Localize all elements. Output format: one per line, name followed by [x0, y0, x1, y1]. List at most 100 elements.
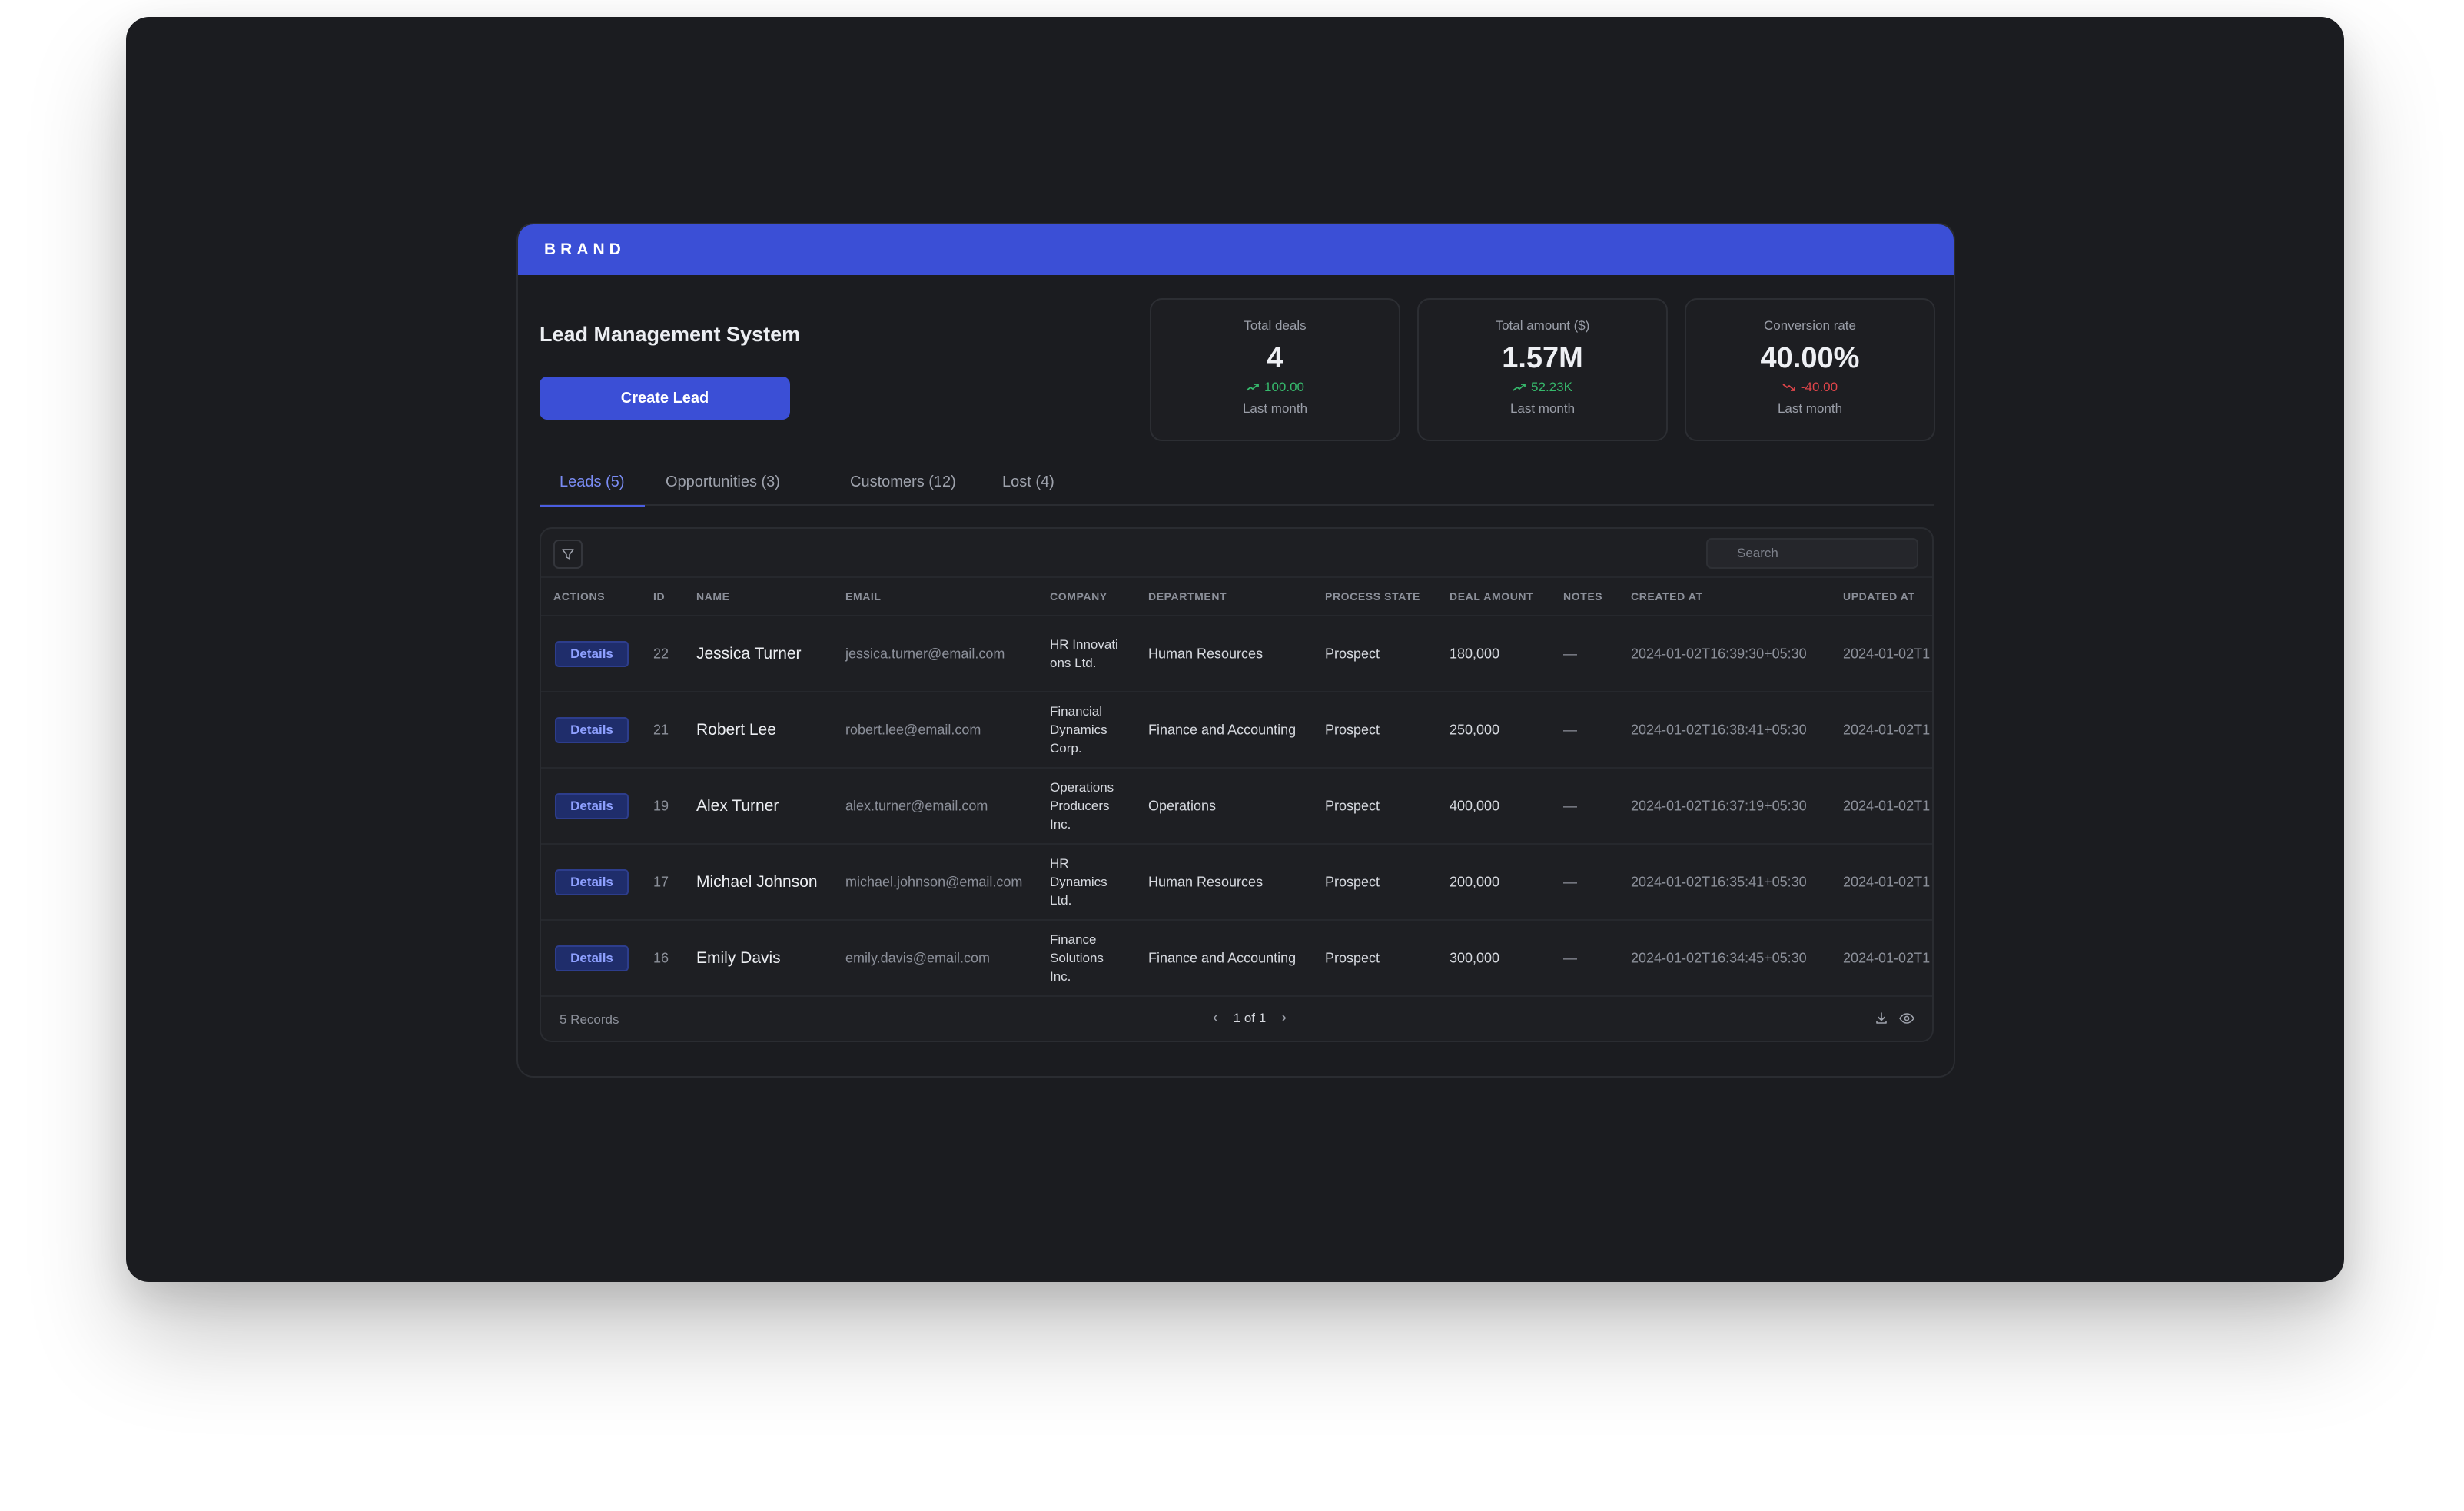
- footer-actions: [1874, 1011, 1915, 1026]
- stat-subtitle: Last month: [1509, 401, 1576, 416]
- cell-name: Michael Johnson: [696, 872, 818, 891]
- stat-subtitle: Last month: [1777, 401, 1843, 416]
- column-header-department[interactable]: DEPARTMENT: [1148, 590, 1227, 603]
- cell-deal-amount: 180,000: [1450, 646, 1500, 661]
- table-row: Details 22 Jessica Turner jessica.turner…: [541, 616, 1932, 692]
- cell-created-at: 2024-01-02T16:37:19+05:30: [1631, 798, 1807, 813]
- pagination: ‹ 1 of 1 ›: [1213, 1009, 1287, 1027]
- stat-card-conversion-rate: Conversion rate 40.00% -40.00 Last month: [1685, 298, 1935, 441]
- cell-created-at: 2024-01-02T16:34:45+05:30: [1631, 950, 1807, 965]
- stat-delta: -40.00: [1686, 380, 1934, 395]
- tab-customers[interactable]: Customers (12): [850, 464, 956, 506]
- trend-up-icon: [1513, 384, 1526, 391]
- cell-notes: —: [1563, 798, 1577, 813]
- cell-id: 22: [653, 646, 669, 661]
- column-header-deal-amount[interactable]: DEAL AMOUNT: [1450, 590, 1533, 603]
- cell-department: Human Resources: [1148, 646, 1264, 661]
- table-row: Details 16 Emily Davis emily.davis@email…: [541, 921, 1932, 997]
- cell-created-at: 2024-01-02T16:35:41+05:30: [1631, 874, 1807, 889]
- brand-bar: BRAND: [518, 224, 1954, 275]
- cell-email: robert.lee@email.com: [845, 722, 981, 737]
- cell-created-at: 2024-01-02T16:38:41+05:30: [1631, 722, 1807, 737]
- cell-company: Financial Dynamics Corp.: [1050, 703, 1107, 756]
- column-header-actions[interactable]: ACTIONS: [553, 590, 605, 603]
- column-header-created-at[interactable]: CREATED AT: [1631, 590, 1703, 603]
- chevron-right-icon[interactable]: ›: [1281, 1009, 1287, 1027]
- details-button[interactable]: Details: [555, 716, 629, 743]
- column-header-name[interactable]: NAME: [696, 590, 730, 603]
- cell-updated-at: 2024-01-02T1: [1843, 798, 1931, 813]
- column-header-process-state[interactable]: PROCESS STATE: [1325, 590, 1420, 603]
- cell-notes: —: [1563, 874, 1577, 889]
- column-header-id[interactable]: ID: [653, 590, 665, 603]
- cell-id: 16: [653, 950, 669, 965]
- stat-value: 4: [1267, 342, 1283, 374]
- stat-delta-value: 52.23K: [1531, 380, 1572, 394]
- tab-bar: Leads (5) Opportunities (3) Customers (1…: [540, 464, 1934, 507]
- cell-department: Operations: [1148, 798, 1217, 813]
- stat-subtitle: Last month: [1242, 401, 1308, 416]
- cell-created-at: 2024-01-02T16:39:30+05:30: [1631, 646, 1807, 661]
- stat-title: Conversion rate: [1763, 318, 1856, 333]
- cell-notes: —: [1563, 950, 1577, 965]
- column-header-company[interactable]: COMPANY: [1050, 590, 1107, 603]
- page-title: Lead Management System: [540, 323, 801, 346]
- stat-delta: 52.23K: [1419, 380, 1666, 395]
- cell-process-state: Prospect: [1325, 874, 1380, 889]
- stat-card-total-deals: Total deals 4 100.00 Last month: [1150, 298, 1400, 441]
- cell-email: jessica.turner@email.com: [845, 646, 1005, 661]
- trend-down-icon: [1782, 384, 1795, 391]
- cell-process-state: Prospect: [1325, 798, 1380, 813]
- cell-updated-at: 2024-01-02T1: [1843, 874, 1931, 889]
- cell-id: 17: [653, 874, 669, 889]
- cell-department: Human Resources: [1148, 874, 1264, 889]
- filter-button[interactable]: [553, 540, 583, 569]
- details-button[interactable]: Details: [555, 868, 629, 895]
- chevron-left-icon[interactable]: ‹: [1213, 1009, 1218, 1027]
- details-button[interactable]: Details: [555, 640, 629, 667]
- details-button[interactable]: Details: [555, 945, 629, 971]
- cell-company: HR Dynamics Ltd.: [1050, 855, 1107, 908]
- cell-updated-at: 2024-01-02T1: [1843, 646, 1931, 661]
- table-row: Details 21 Robert Lee robert.lee@email.c…: [541, 692, 1932, 769]
- cell-email: emily.davis@email.com: [845, 950, 990, 965]
- table-footer: 5 Records ‹ 1 of 1 ›: [541, 997, 1932, 1041]
- cell-department: Finance and Accounting: [1148, 950, 1297, 965]
- cell-email: alex.turner@email.com: [845, 798, 988, 813]
- cell-name: Alex Turner: [696, 796, 779, 815]
- cell-process-state: Prospect: [1325, 950, 1380, 965]
- column-header-updated-at[interactable]: UPDATED AT: [1843, 590, 1915, 603]
- cell-email: michael.johnson@email.com: [845, 874, 1023, 889]
- cell-deal-amount: 200,000: [1450, 874, 1500, 889]
- cell-id: 21: [653, 722, 669, 737]
- details-button[interactable]: Details: [555, 792, 629, 819]
- trend-up-icon: [1246, 384, 1259, 391]
- column-header-notes[interactable]: NOTES: [1563, 590, 1602, 603]
- cell-deal-amount: 250,000: [1450, 722, 1500, 737]
- cell-department: Finance and Accounting: [1148, 722, 1297, 737]
- search-input[interactable]: [1706, 538, 1918, 569]
- cell-id: 19: [653, 798, 669, 813]
- eye-icon[interactable]: [1898, 1011, 1915, 1026]
- tab-lost[interactable]: Lost (4): [1002, 464, 1054, 506]
- lead-management-panel: BRAND Lead Management System Create Lead…: [516, 223, 1955, 1078]
- cell-deal-amount: 400,000: [1450, 798, 1500, 813]
- table-row: Details 17 Michael Johnson michael.johns…: [541, 845, 1932, 921]
- cell-name: Emily Davis: [696, 948, 781, 967]
- page-indicator: 1 of 1: [1233, 1010, 1267, 1025]
- cell-company: HR Innovati ons Ltd.: [1050, 636, 1118, 670]
- cell-name: Robert Lee: [696, 720, 776, 739]
- tab-leads[interactable]: Leads (5): [540, 464, 644, 507]
- tab-opportunities[interactable]: Opportunities (3): [666, 464, 780, 506]
- create-lead-button[interactable]: Create Lead: [540, 377, 790, 420]
- stat-delta-value: -40.00: [1800, 380, 1838, 394]
- cell-notes: —: [1563, 722, 1577, 737]
- table-row: Details 19 Alex Turner alex.turner@email…: [541, 769, 1932, 845]
- app-window: BRAND Lead Management System Create Lead…: [126, 17, 2344, 1282]
- column-header-email[interactable]: EMAIL: [845, 590, 882, 603]
- cell-deal-amount: 300,000: [1450, 950, 1500, 965]
- download-icon[interactable]: [1874, 1011, 1889, 1026]
- cell-company: Operations Producers Inc.: [1050, 779, 1114, 832]
- stat-delta-value: 100.00: [1264, 380, 1304, 394]
- filter-icon: [562, 549, 574, 560]
